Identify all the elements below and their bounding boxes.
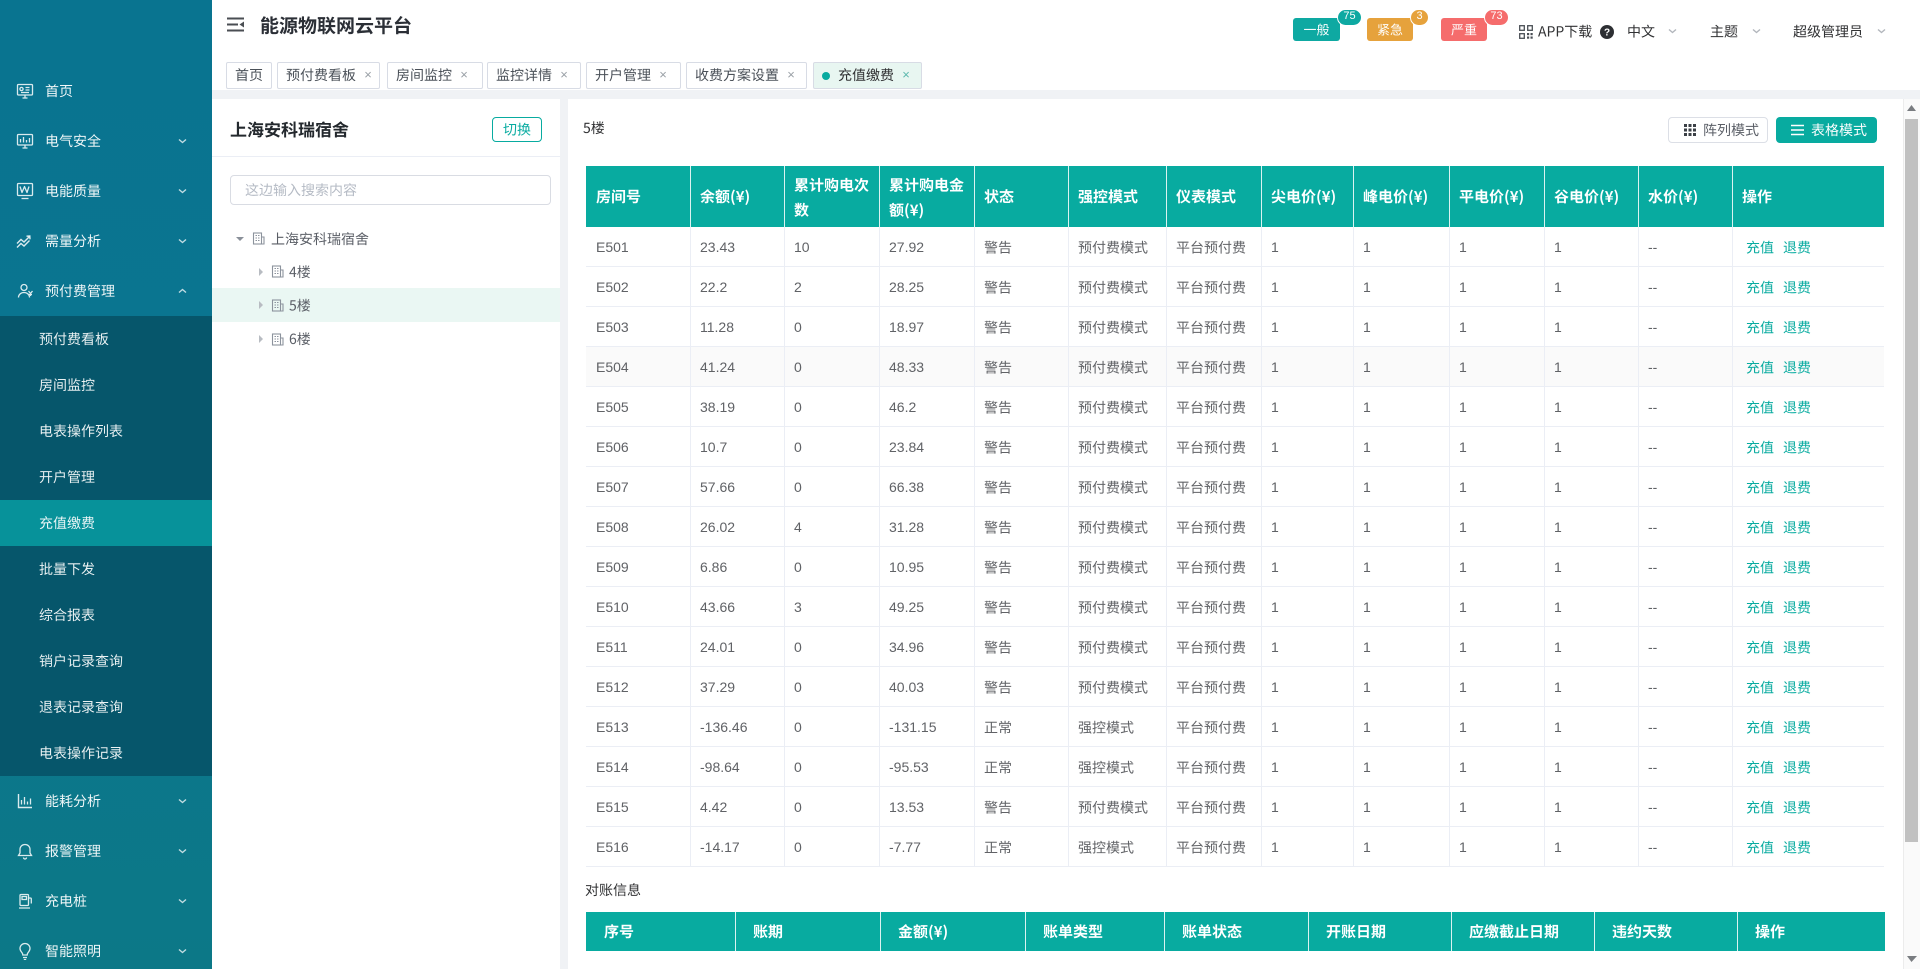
svg-text:?: ? <box>1604 28 1610 39</box>
